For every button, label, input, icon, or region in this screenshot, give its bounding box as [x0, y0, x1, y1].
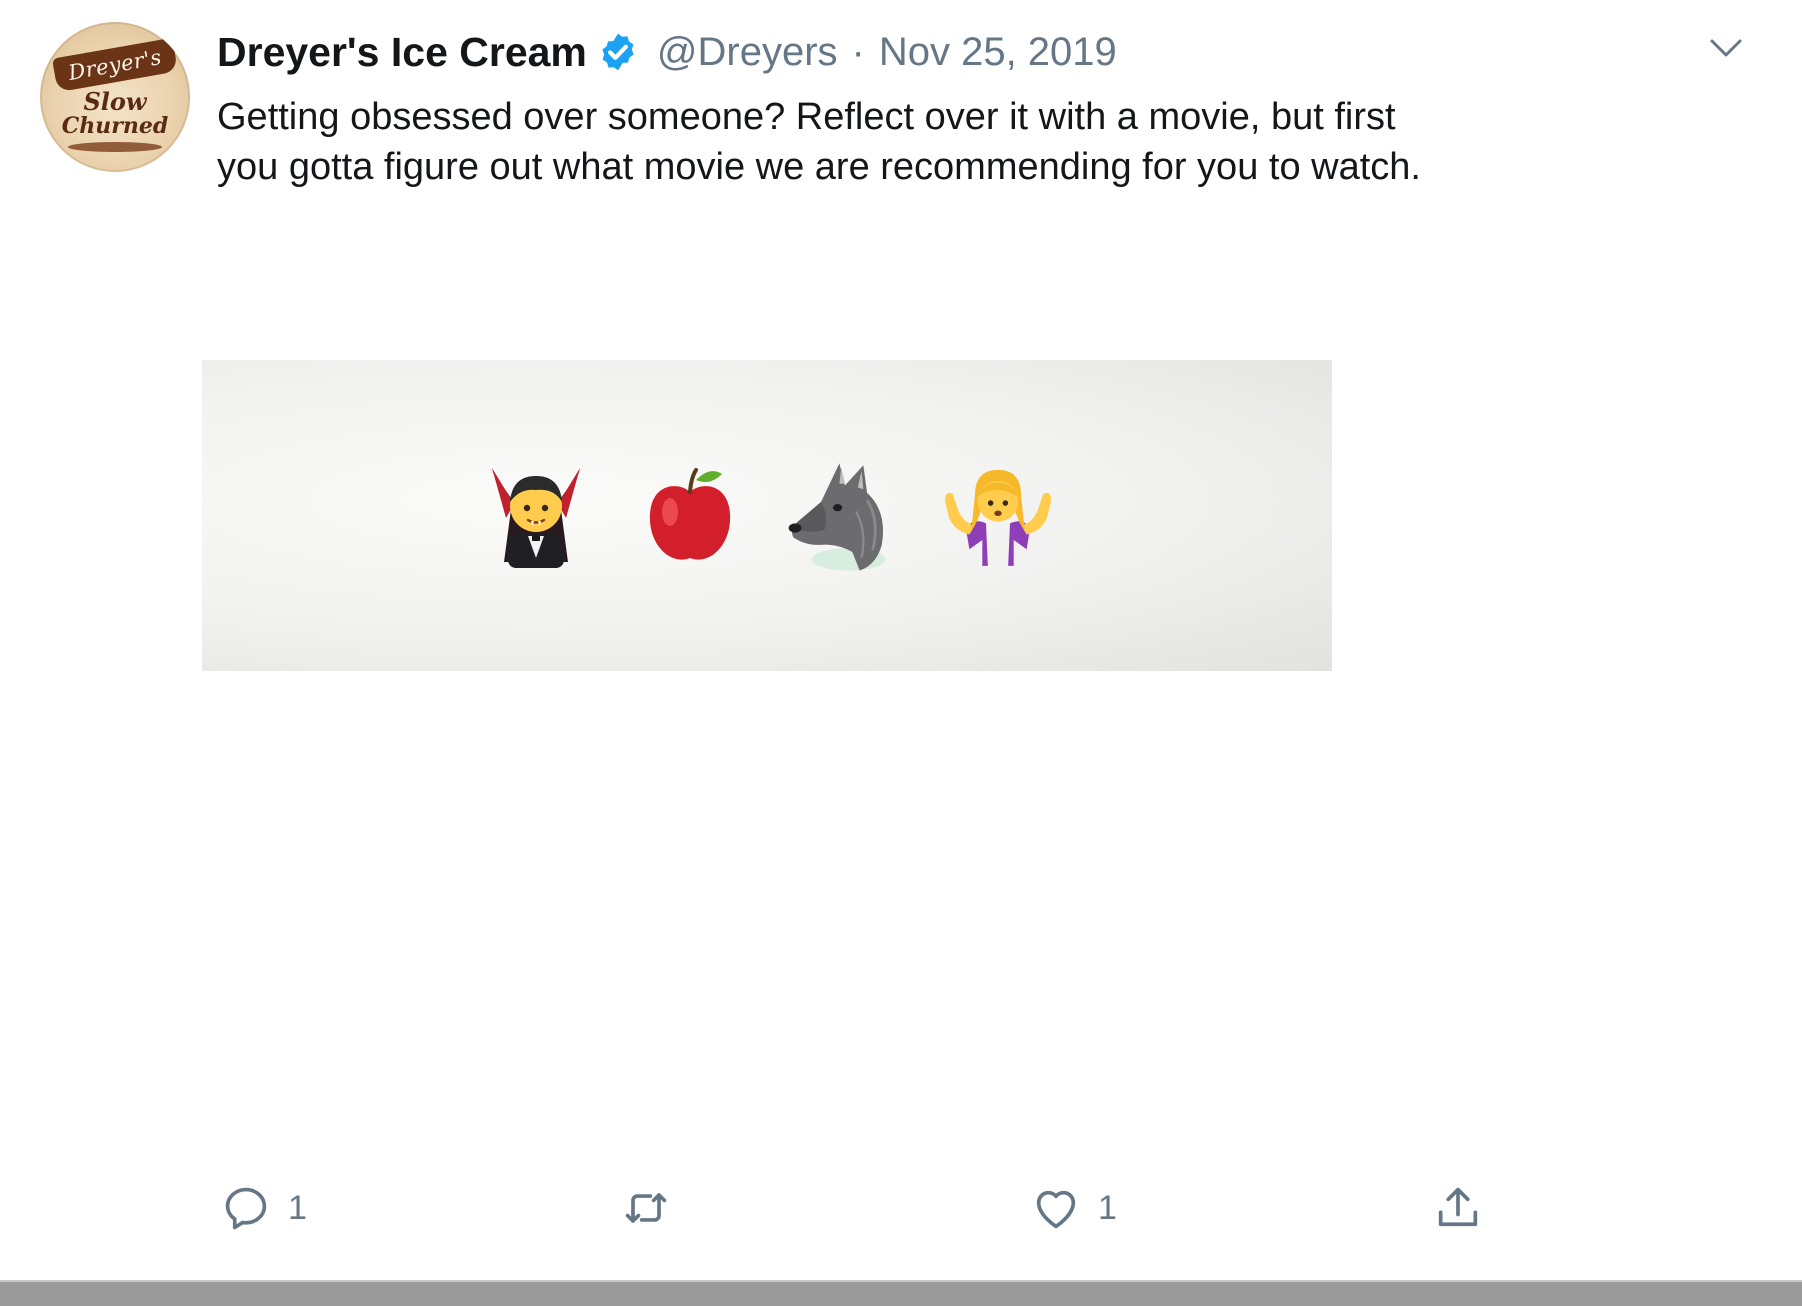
reply-button[interactable]: 1	[220, 1178, 307, 1238]
heart-icon	[1036, 1190, 1076, 1229]
chevron-down-icon[interactable]	[1706, 36, 1746, 60]
logo-swoosh	[68, 142, 162, 152]
retweet-icon	[625, 1193, 667, 1223]
like-button[interactable]: 1	[1030, 1178, 1117, 1238]
person-shrugging-emoji-icon	[938, 451, 1058, 581]
tweet-actions: 1 1	[0, 1178, 1802, 1238]
reply-icon	[225, 1187, 267, 1230]
share-button[interactable]	[1432, 1178, 1484, 1238]
vampire-emoji-icon	[476, 451, 596, 581]
bottom-divider-bar	[0, 1280, 1802, 1306]
logo-slogan: Slow Churned	[56, 87, 174, 139]
red-apple-emoji-icon	[630, 451, 750, 581]
like-count: 1	[1098, 1188, 1117, 1227]
tweet-date[interactable]: Nov 25, 2019	[879, 30, 1117, 75]
dreyers-logo-icon: Dreyer's	[51, 37, 179, 93]
header-separator: ·	[851, 29, 865, 74]
logo-slogan-line-1: Slow	[83, 87, 147, 116]
retweet-button[interactable]	[620, 1178, 688, 1238]
tweet-media[interactable]	[202, 360, 1332, 671]
reply-count: 1	[288, 1188, 307, 1227]
tweet-header: Dreyer's Ice Cream @Dreyers · Nov 25, 20…	[217, 24, 1117, 80]
share-icon	[1438, 1187, 1478, 1227]
tweet-text: Getting obsessed over someone? Reflect o…	[217, 96, 1421, 188]
avatar[interactable]: Dreyer's Slow Churned	[40, 22, 190, 172]
verified-badge-icon	[602, 33, 634, 71]
logo-slogan-line-2: Churned	[61, 113, 169, 139]
logo-brand-text: Dreyer's	[66, 45, 164, 85]
tweet-card[interactable]: Dreyer's Slow Churned Dreyer's Ice Cream…	[0, 0, 1802, 1280]
author-handle[interactable]: @Dreyers	[657, 30, 838, 75]
wolf-emoji-icon	[784, 451, 904, 581]
author-name[interactable]: Dreyer's Ice Cream	[217, 29, 587, 76]
